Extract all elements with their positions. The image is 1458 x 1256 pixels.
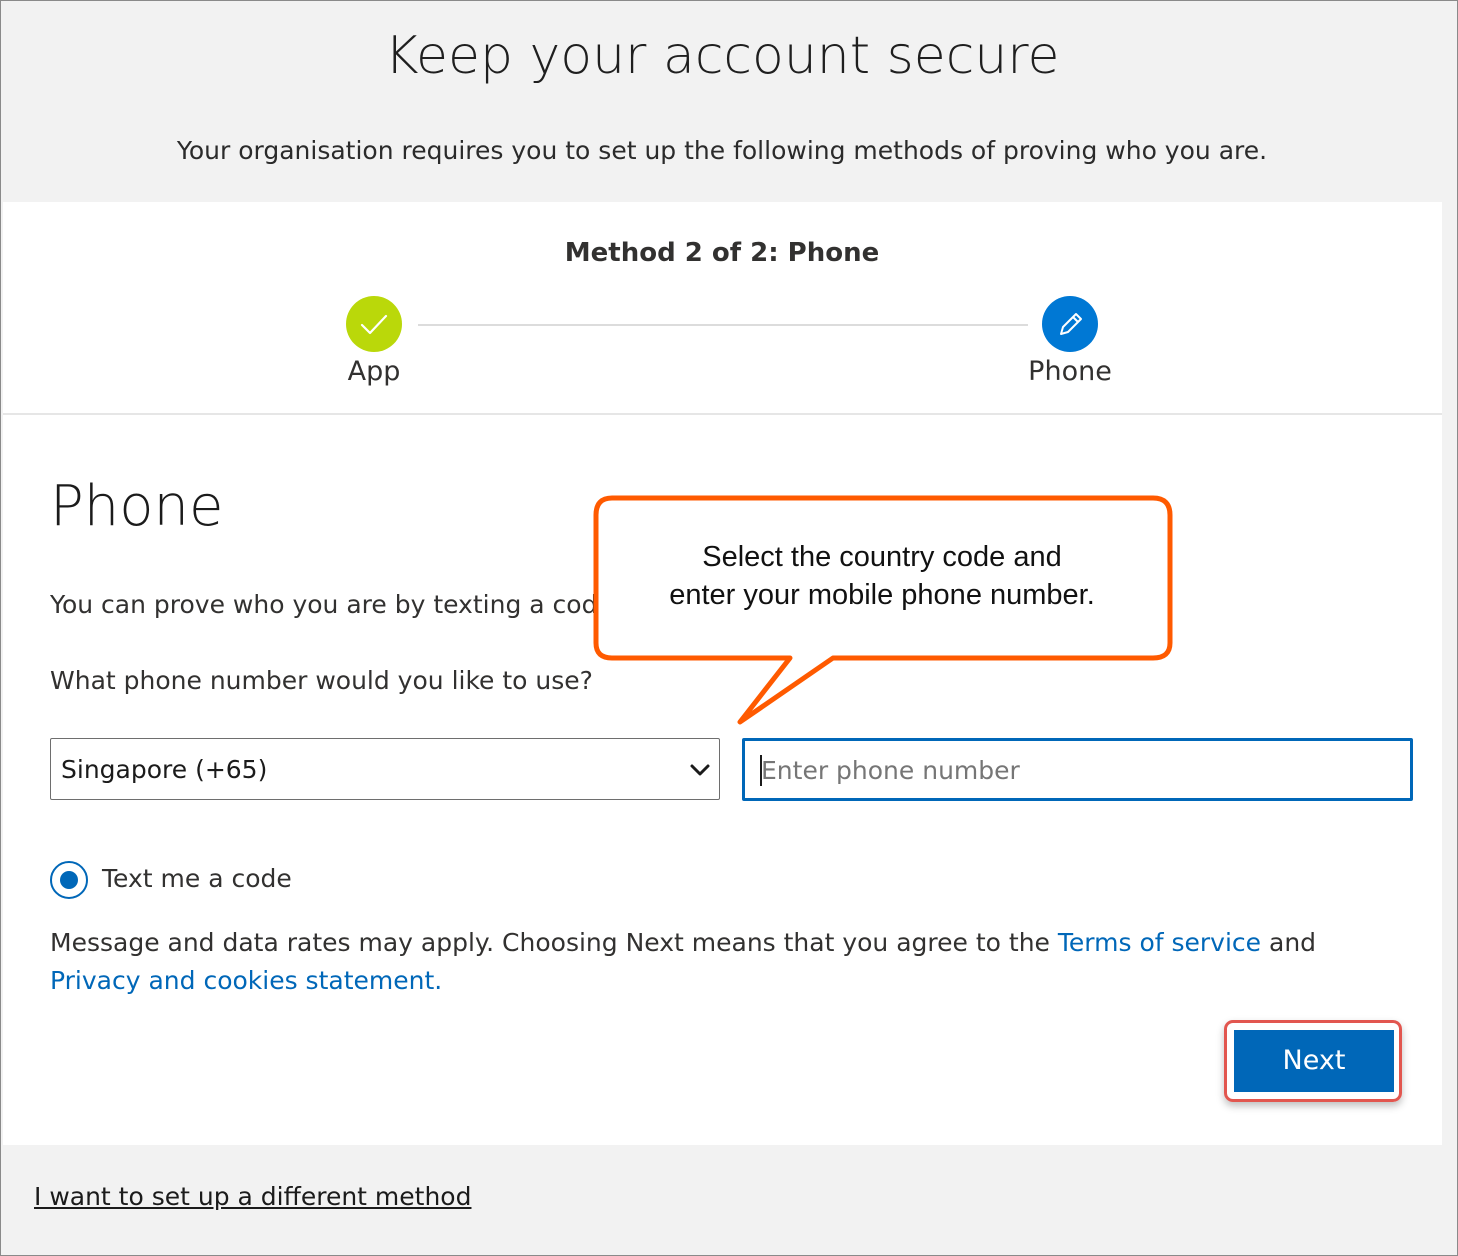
callout-line-2: enter your mobile phone number. [669, 579, 1095, 611]
callout-text: Select the country code and enter your m… [606, 538, 1158, 614]
instruction-callout [593, 495, 1173, 725]
callout-line-1: Select the country code and [702, 541, 1062, 573]
